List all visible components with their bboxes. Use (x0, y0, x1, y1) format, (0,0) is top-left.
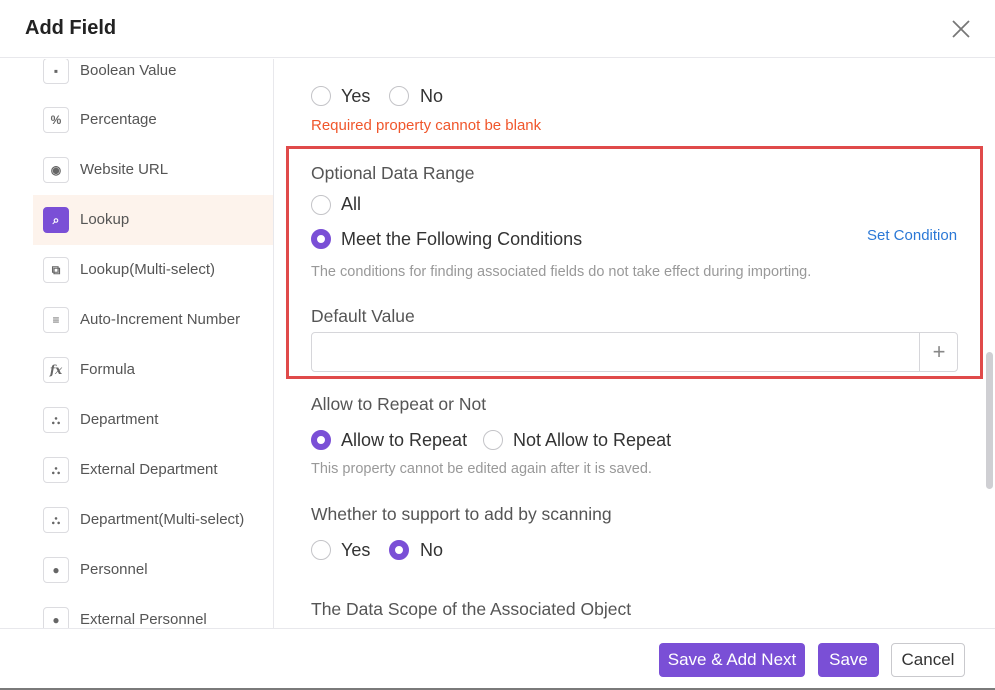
set-condition-link[interactable]: Set Condition (867, 227, 957, 244)
save-add-next-button[interactable]: Save & Add Next (659, 643, 805, 677)
allow-repeat-label: Allow to Repeat (341, 430, 468, 450)
required-no-radio[interactable] (389, 86, 409, 106)
sidebar-item-label: Auto-Increment Number (80, 311, 241, 328)
allow-repeat-radio[interactable] (311, 430, 331, 450)
sidebar-item-auto-increment-number[interactable]: ≡ Auto-Increment Number (33, 295, 273, 345)
close-icon (952, 20, 970, 38)
sidebar-item-boolean-value[interactable]: ▪ Boolean Value (33, 59, 273, 96)
dialog-footer: Save & Add Next Save Cancel (0, 628, 995, 690)
range-hint: The conditions for finding associated fi… (311, 264, 812, 280)
external-person-icon: ● (43, 607, 69, 628)
sidebar-item-label: Department(Multi-select) (80, 511, 245, 528)
data-scope-label: The Data Scope of the Associated Object (311, 599, 632, 619)
scrollbar-thumb[interactable] (986, 352, 993, 489)
scan-no-radio[interactable] (389, 540, 409, 560)
cancel-button[interactable]: Cancel (891, 643, 965, 677)
close-button[interactable] (946, 14, 976, 44)
scan-yes-label: Yes (341, 540, 371, 560)
range-conditions-radio[interactable] (311, 229, 331, 249)
sidebar-item-percentage[interactable]: % Percentage (33, 95, 273, 145)
sidebar-item-external-personnel[interactable]: ● External Personnel (33, 595, 273, 628)
sidebar-item-formula[interactable]: fx Formula (33, 345, 273, 395)
save-button[interactable]: Save (818, 643, 879, 677)
repeat-label: Allow to Repeat or Not (311, 394, 487, 414)
sidebar-item-label: External Department (80, 461, 218, 478)
sidebar-item-label: Lookup(Multi-select) (80, 261, 216, 278)
department-multi-icon: ⛬ (43, 507, 69, 533)
formula-icon: fx (43, 357, 69, 383)
sidebar-item-website-url[interactable]: ◉ Website URL (33, 145, 273, 195)
required-error-message: Required property cannot be blank (311, 117, 542, 134)
required-yes-radio[interactable] (311, 86, 331, 106)
field-settings-panel: Yes No Required property cannot be blank… (275, 59, 995, 628)
dialog-header: Add Field (0, 0, 995, 58)
sidebar-item-label: Website URL (80, 161, 169, 178)
sidebar-item-department[interactable]: ⛬ Department (33, 395, 273, 445)
department-icon: ⛬ (43, 407, 69, 433)
scan-no-label: No (420, 540, 444, 560)
scan-label: Whether to support to add by scanning (311, 504, 612, 524)
scrollbar-track[interactable] (985, 59, 995, 628)
sidebar-item-label: Department (80, 411, 159, 428)
sidebar-item-label: Percentage (80, 111, 157, 128)
field-type-sidebar: ▪ Boolean Value% Percentage ◉ Website URL ⌕ Lo… (0, 59, 274, 628)
add-field-dialog: Add Field ▪ Boolean Value% Percentage ◉ Webs… (0, 0, 995, 690)
default-value-field: + (311, 332, 958, 372)
sidebar-item-lookup-multi-select[interactable]: ⧉ Lookup(Multi-select) (33, 245, 273, 295)
sidebar-item-label: Boolean Value (80, 62, 177, 79)
external-department-icon: ⛬ (43, 457, 69, 483)
add-default-value-button[interactable]: + (919, 333, 958, 371)
sidebar-item-external-department[interactable]: ⛬ External Department (33, 445, 273, 495)
sidebar-item-label: Personnel (80, 561, 148, 578)
percent-icon: % (43, 107, 69, 133)
scan-yes-radio[interactable] (311, 540, 331, 560)
dialog-title: Add Field (25, 17, 117, 39)
sidebar-item-label: Lookup (80, 211, 130, 228)
lookup-multi-icon: ⧉ (43, 257, 69, 283)
required-no-label: No (420, 86, 444, 106)
lookup-icon: ⌕ (43, 207, 69, 233)
range-conditions-label: Meet the Following Conditions (341, 229, 583, 249)
sidebar-item-lookup[interactable]: ⌕ Lookup (33, 195, 273, 245)
required-yes-label: Yes (341, 86, 371, 106)
list-icon: ≡ (43, 307, 69, 333)
globe-icon: ◉ (43, 157, 69, 183)
sidebar-item-department-multi-select[interactable]: ⛬ Department(Multi-select) (33, 495, 273, 545)
range-all-label: All (341, 194, 362, 214)
sidebar-item-label: External Personnel (80, 611, 207, 628)
person-icon: ● (43, 557, 69, 583)
sidebar-item-label: Formula (80, 361, 136, 378)
repeat-hint: This property cannot be edited again aft… (311, 461, 652, 477)
data-range-label: Optional Data Range (311, 163, 475, 183)
sidebar-item-personnel[interactable]: ● Personnel (33, 545, 273, 595)
default-value-input[interactable] (312, 333, 917, 371)
not-allow-repeat-label: Not Allow to Repeat (513, 430, 672, 450)
not-allow-repeat-radio[interactable] (483, 430, 503, 450)
range-all-radio[interactable] (311, 195, 331, 215)
boolean-icon: ▪ (43, 59, 69, 84)
default-value-label: Default Value (311, 306, 415, 326)
